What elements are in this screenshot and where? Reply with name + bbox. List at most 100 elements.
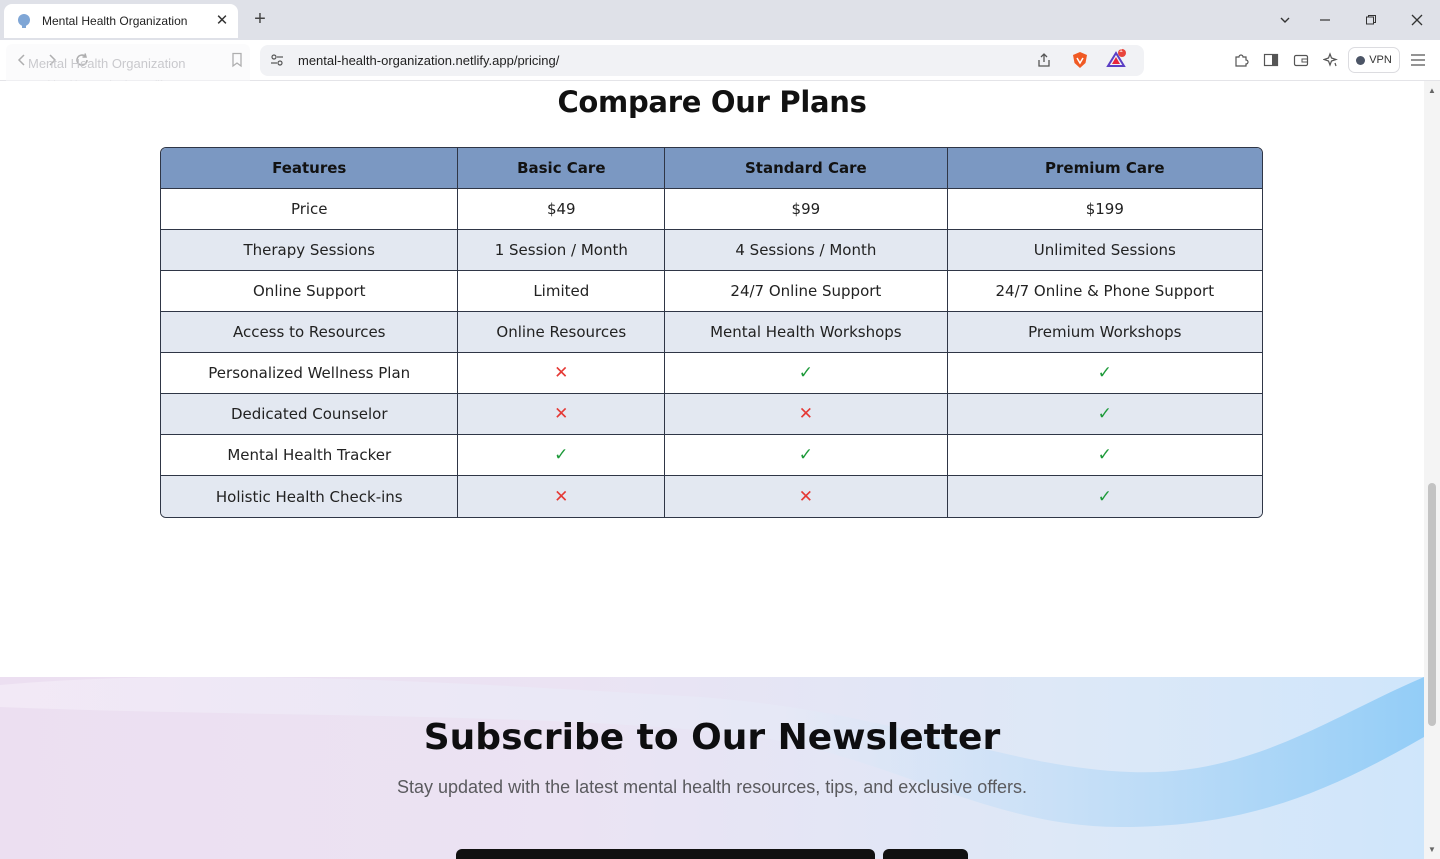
feature-cell: Access to Resources — [161, 312, 459, 353]
close-window-button[interactable] — [1405, 9, 1429, 31]
cross-icon: ✕ — [798, 404, 813, 424]
basic-plan-cell: ✕ — [458, 394, 666, 435]
plan-value: Premium Workshops — [1028, 323, 1182, 341]
back-arrow-icon[interactable] — [12, 50, 32, 70]
premium-plan-cell: $199 — [947, 189, 1262, 230]
premium-plan-cell: ✓ — [947, 476, 1262, 517]
feature-label: Mental Health Tracker — [227, 446, 392, 464]
feature-label: Price — [290, 200, 328, 218]
extensions-puzzle-icon[interactable] — [1231, 50, 1251, 70]
tab-active[interactable]: Mental Health Organization ✕ — [4, 4, 238, 38]
brain-head-icon — [18, 14, 30, 28]
basic-plan-cell: Online Resources — [458, 312, 666, 353]
plans-comparison-table: Features Basic Care Standard Care Premiu… — [160, 147, 1263, 518]
share-icon[interactable] — [1034, 50, 1054, 70]
feature-cell: Dedicated Counselor — [161, 394, 459, 435]
table-row: Access to Resources Online Resources Menta… — [161, 312, 1262, 353]
new-tab-button[interactable]: + — [250, 9, 270, 29]
plan-value: 1 Session / Month — [494, 241, 628, 259]
plan-value: $49 — [546, 200, 576, 218]
standard-plan-cell: $99 — [665, 189, 948, 230]
compare-plans-title: Compare Our Plans — [557, 85, 867, 119]
sidebar-toggle-icon[interactable] — [1261, 50, 1281, 70]
feature-cell: Price — [161, 189, 459, 230]
feature-label: Online Support — [253, 282, 366, 300]
standard-plan-cell: ✕ — [665, 394, 948, 435]
restore-button[interactable] — [1359, 9, 1383, 31]
header-basic-care: Basic Care — [458, 148, 666, 189]
table-row: Holistic Health Check-ins ✕ ✕ ✓ — [161, 476, 1262, 517]
tab-search-chevron-icon[interactable] — [1273, 9, 1297, 31]
feature-label: Therapy Sessions — [243, 241, 375, 259]
brave-shield-icon[interactable] — [1070, 50, 1090, 70]
feature-cell: Online Support — [161, 271, 459, 312]
feature-label: Holistic Health Check-ins — [215, 487, 403, 506]
check-icon: ✓ — [554, 445, 569, 465]
premium-plan-cell: Premium Workshops — [947, 312, 1262, 353]
subscribe-button[interactable] — [883, 849, 968, 859]
brave-rewards-icon[interactable]: 1 — [1105, 47, 1129, 70]
reload-icon[interactable] — [72, 50, 92, 70]
browser-toolbar: mental-health-organization.netlify.app/p… — [0, 40, 1440, 81]
tab-title: Mental Health Organization — [42, 14, 188, 28]
forward-arrow-icon[interactable] — [42, 50, 62, 70]
table-body: Price $49 $99 $199 Therapy Sessions 1 Session… — [161, 189, 1262, 517]
scroll-up-arrow-icon[interactable]: ▲ — [1428, 86, 1436, 95]
newsletter-section: Subscribe to Our Newsletter Stay updated… — [0, 677, 1424, 859]
feature-label: Personalized Wellness Plan — [208, 364, 411, 382]
address-bar[interactable]: mental-health-organization.netlify.app/p… — [260, 45, 1144, 76]
menu-hamburger-icon[interactable] — [1408, 50, 1428, 70]
vpn-button[interactable]: VPN — [1348, 47, 1400, 73]
premium-plan-cell: 24/7 Online & Phone Support — [947, 271, 1262, 312]
scroll-thumb[interactable] — [1428, 483, 1436, 726]
plan-value: 24/7 Online Support — [730, 282, 882, 300]
check-icon: ✓ — [798, 363, 813, 383]
newsletter-subtitle: Stay updated with the latest mental heal… — [396, 777, 1028, 797]
cross-icon: ✕ — [554, 363, 569, 383]
feature-cell: Holistic Health Check-ins — [161, 476, 459, 517]
table-row: Dedicated Counselor ✕ ✕ ✓ — [161, 394, 1262, 435]
table-row: Personalized Wellness Plan ✕ ✓ ✓ — [161, 353, 1262, 394]
plan-value: 4 Sessions / Month — [735, 241, 877, 259]
header-features: Features — [161, 148, 459, 189]
basic-plan-cell: ✕ — [458, 353, 666, 394]
close-tab-icon[interactable]: ✕ — [214, 13, 230, 29]
premium-plan-cell: ✓ — [947, 435, 1262, 476]
check-icon: ✓ — [1097, 363, 1112, 383]
table-row: Mental Health Tracker ✓ ✓ ✓ — [161, 435, 1262, 476]
premium-plan-cell: Unlimited Sessions — [947, 230, 1262, 271]
feature-cell: Personalized Wellness Plan — [161, 353, 459, 394]
bookmark-icon[interactable] — [227, 50, 247, 70]
cross-icon: ✕ — [554, 486, 569, 507]
vpn-label: VPN — [1369, 54, 1392, 66]
table-row: Price $49 $99 $199 — [161, 189, 1262, 230]
standard-plan-cell: ✓ — [665, 353, 948, 394]
leo-ai-icon[interactable] — [1321, 50, 1341, 70]
minimize-button[interactable] — [1313, 9, 1337, 31]
basic-plan-cell: $49 — [458, 189, 666, 230]
check-icon: ✓ — [1097, 404, 1112, 424]
cross-icon: ✕ — [554, 404, 569, 424]
page-viewport: Compare Our Plans Features Basic Care St… — [0, 81, 1424, 859]
scroll-down-arrow-icon[interactable]: ▼ — [1428, 845, 1436, 854]
page-scrollbar[interactable]: ▲ ▼ — [1424, 81, 1440, 859]
standard-plan-cell: ✓ — [665, 435, 948, 476]
basic-plan-cell: Limited — [458, 271, 666, 312]
feature-cell: Therapy Sessions — [161, 230, 459, 271]
newsletter-title: Subscribe to Our Newsletter — [423, 717, 1001, 758]
tab-strip: Mental Health Organization ✕ + — [0, 0, 1440, 40]
newsletter-email-input[interactable] — [456, 849, 875, 859]
wallet-icon[interactable] — [1291, 50, 1311, 70]
plan-value: 24/7 Online & Phone Support — [995, 282, 1215, 300]
basic-plan-cell: 1 Session / Month — [458, 230, 666, 271]
header-premium-care: Premium Care — [947, 148, 1262, 189]
plan-value: Unlimited Sessions — [1033, 241, 1176, 259]
cross-icon: ✕ — [798, 486, 813, 507]
feature-cell: Mental Health Tracker — [161, 435, 459, 476]
feature-label: Dedicated Counselor — [230, 405, 388, 423]
wave-decoration — [0, 677, 1424, 827]
site-settings-icon[interactable] — [270, 53, 284, 67]
header-standard-care: Standard Care — [665, 148, 948, 189]
standard-plan-cell: 24/7 Online Support — [665, 271, 948, 312]
notification-badge: 1 — [1119, 47, 1123, 54]
